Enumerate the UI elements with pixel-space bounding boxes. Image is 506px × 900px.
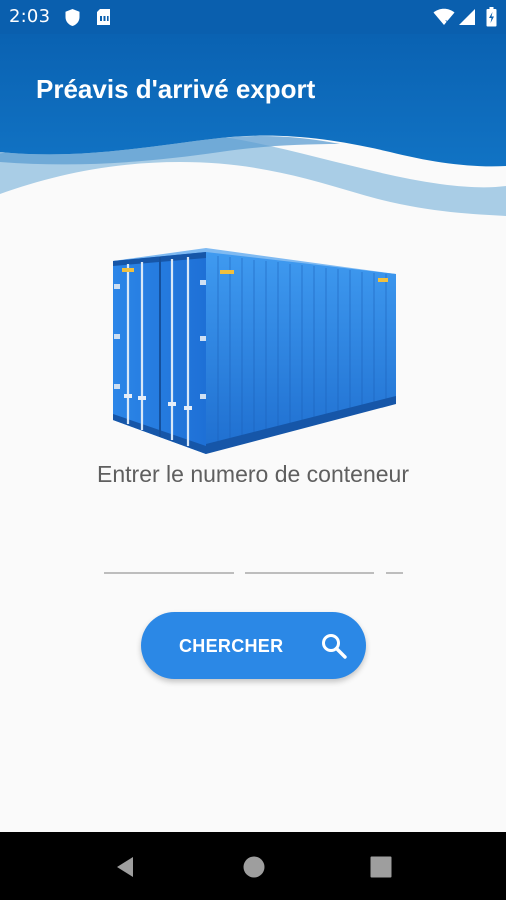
page-title: Préavis d'arrivé export <box>36 74 316 104</box>
signal-icon <box>459 9 475 25</box>
svg-text:x: x <box>445 18 449 26</box>
search-button-label: CHERCHER <box>179 636 284 656</box>
recents-icon[interactable] <box>366 852 396 882</box>
status-time: 2:03 <box>9 6 51 27</box>
container-prefix-input[interactable] <box>104 548 234 574</box>
wifi-icon: x <box>433 8 455 26</box>
container-number-input[interactable] <box>245 548 374 574</box>
search-button[interactable]: CHERCHER <box>141 612 366 679</box>
shield-icon <box>65 9 80 26</box>
status-bar: 2:03 x <box>0 0 506 34</box>
app-screen: 2:03 x Préavis d'arrivé export Entrer le… <box>0 0 506 900</box>
sim-card-icon <box>97 9 110 25</box>
container-check-digit-input[interactable] <box>386 548 403 574</box>
header-banner <box>0 34 506 224</box>
search-icon <box>322 634 347 659</box>
system-navigation-bar <box>0 832 506 900</box>
battery-icon <box>486 7 497 27</box>
container-number-prompt: Entrer le numero de conteneur <box>97 461 409 487</box>
shipping-container-icon <box>113 248 396 454</box>
home-icon[interactable] <box>239 852 269 882</box>
wave-background <box>0 34 506 216</box>
back-icon[interactable] <box>111 852 141 882</box>
